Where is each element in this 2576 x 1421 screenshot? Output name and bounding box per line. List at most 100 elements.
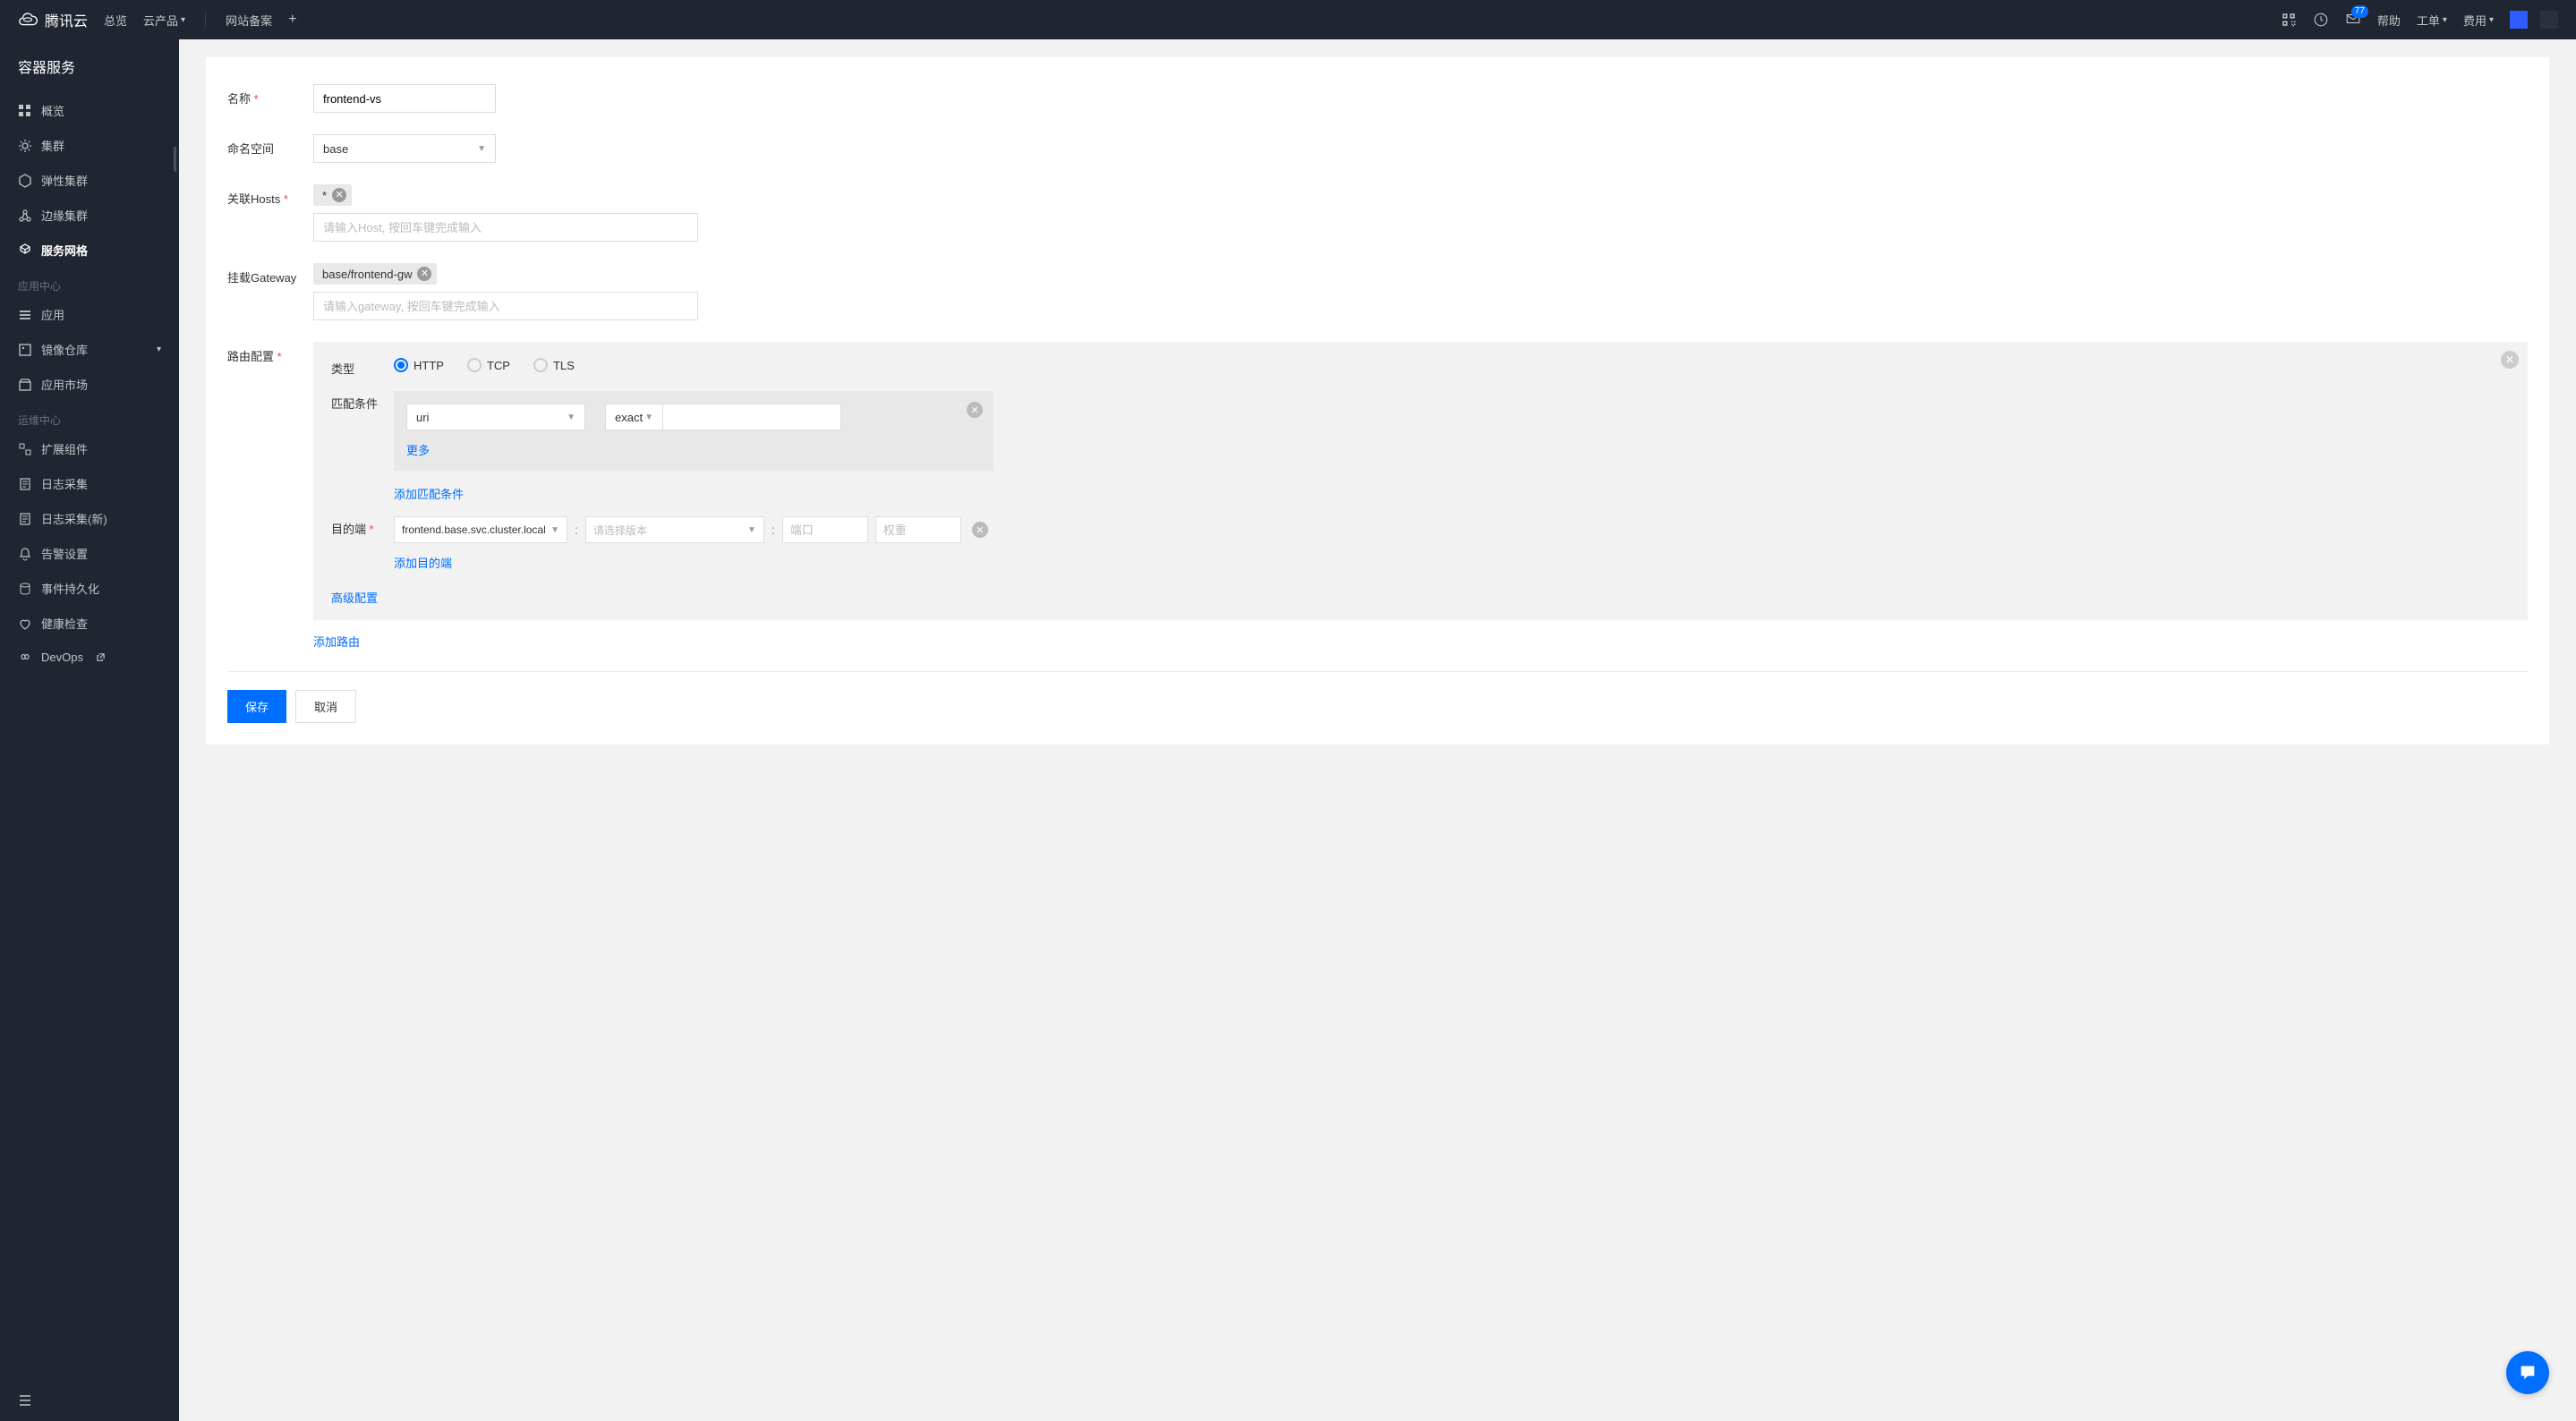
sidebar-collapse-button[interactable] <box>0 1383 179 1421</box>
remove-tag-icon[interactable]: ✕ <box>332 188 346 202</box>
nav-beian[interactable]: 网站备案 <box>226 12 272 29</box>
add-match-link[interactable]: 添加匹配条件 <box>394 485 464 502</box>
sidebar-item-registry[interactable]: 镜像仓库 ▾ <box>0 332 179 367</box>
remove-dest-button[interactable]: ✕ <box>972 522 988 538</box>
sidebar-item-label: DevOps <box>41 651 83 664</box>
mail-button[interactable]: 77 <box>2345 11 2361 30</box>
add-route-link[interactable]: 添加路由 <box>313 633 360 650</box>
radio-tls[interactable]: TLS <box>533 358 575 372</box>
chevron-down-icon: ▼ <box>567 413 576 422</box>
sidebar-item-log-new[interactable]: 日志采集(新) <box>0 501 179 536</box>
sidebar-item-cluster[interactable]: 集群 <box>0 128 179 163</box>
clock-icon[interactable] <box>2313 12 2329 28</box>
sidebar-item-elastic[interactable]: 弹性集群 <box>0 163 179 198</box>
top-nav: 腾讯云 总览 云产品 ▾ 网站备案 + 77 帮助 工单 ▾ 费用 ▾ <box>0 0 2576 39</box>
hexagon-icon <box>18 174 32 188</box>
gateway-input[interactable] <box>313 292 698 320</box>
sidebar-item-event[interactable]: 事件持久化 <box>0 571 179 606</box>
cancel-button[interactable]: 取消 <box>295 690 356 723</box>
chevron-down-icon: ▾ <box>181 15 185 25</box>
avatar-secondary[interactable] <box>2540 11 2558 29</box>
remove-tag-icon[interactable]: ✕ <box>417 267 431 281</box>
avatar[interactable] <box>2510 11 2528 29</box>
sidebar-item-ext[interactable]: 扩展组件 <box>0 431 179 466</box>
dest-port-input[interactable] <box>782 516 868 543</box>
log-new-icon <box>18 512 32 526</box>
network-icon <box>18 208 32 223</box>
brand-name: 腾讯云 <box>45 9 88 30</box>
gear-icon <box>18 139 32 153</box>
log-icon <box>18 477 32 491</box>
match-op-select[interactable]: exact ▼ <box>605 404 662 430</box>
match-field-select[interactable]: uri ▼ <box>406 404 585 430</box>
chevron-down-icon: ▾ <box>2489 15 2494 25</box>
sidebar-item-devops[interactable]: DevOps <box>0 641 179 673</box>
name-label: 名称 <box>227 84 313 106</box>
main-content: 名称 命名空间 base ▼ 关联Hosts <box>179 39 2576 1421</box>
dest-weight-input[interactable] <box>875 516 961 543</box>
nav-products[interactable]: 云产品 ▾ <box>143 12 185 29</box>
namespace-select[interactable]: base ▼ <box>313 134 496 163</box>
dest-version-select[interactable]: 请选择版本 ▼ <box>585 516 764 543</box>
sidebar-item-overview[interactable]: 概览 <box>0 93 179 128</box>
sidebar-item-label: 健康检查 <box>41 615 88 632</box>
name-input[interactable] <box>313 84 496 113</box>
match-label: 匹配条件 <box>331 391 394 412</box>
match-value-input[interactable] <box>662 404 841 430</box>
mail-badge: 77 <box>2351 5 2368 18</box>
radio-icon <box>533 358 548 372</box>
sidebar-item-market[interactable]: 应用市场 <box>0 367 179 402</box>
component-icon <box>18 442 32 456</box>
sidebar-item-label: 服务网格 <box>41 242 88 259</box>
nav-help[interactable]: 帮助 <box>2377 12 2401 29</box>
save-button[interactable]: 保存 <box>227 690 286 723</box>
chevron-down-icon: ▼ <box>747 525 756 535</box>
sidebar-item-log[interactable]: 日志采集 <box>0 466 179 501</box>
database-icon <box>18 582 32 596</box>
sidebar-item-edge[interactable]: 边缘集群 <box>0 198 179 233</box>
chevron-down-icon: ▾ <box>2443 15 2447 25</box>
nav-cost[interactable]: 费用 ▾ <box>2463 12 2494 29</box>
namespace-label: 命名空间 <box>227 134 313 157</box>
sidebar-item-health[interactable]: 健康检查 <box>0 606 179 641</box>
market-icon <box>18 378 32 392</box>
sidebar-item-app[interactable]: 应用 <box>0 297 179 332</box>
chevron-down-icon: ▾ <box>157 345 161 354</box>
host-input[interactable] <box>313 213 698 242</box>
hosts-label: 关联Hosts <box>227 184 313 207</box>
remove-match-button[interactable]: ✕ <box>967 402 983 418</box>
chat-fab[interactable] <box>2506 1351 2549 1394</box>
nav-overview[interactable]: 总览 <box>104 12 127 29</box>
sidebar-item-label: 镜像仓库 <box>41 341 88 358</box>
radio-http[interactable]: HTTP <box>394 358 444 372</box>
logo[interactable]: 腾讯云 <box>18 9 88 30</box>
divider <box>227 671 2528 672</box>
radio-icon <box>467 358 482 372</box>
radio-tcp[interactable]: TCP <box>467 358 510 372</box>
more-link[interactable]: 更多 <box>406 441 430 458</box>
route-block: ✕ 类型 HTTP TCP <box>313 342 2528 620</box>
sidebar: 容器服务 概览 集群 弹性集群 边缘集群 服务网格 应用中心 应用 <box>0 39 179 1421</box>
sidebar-section-app: 应用中心 <box>0 268 179 297</box>
sidebar-item-mesh[interactable]: 服务网格 <box>0 233 179 268</box>
sidebar-item-label: 应用市场 <box>41 376 88 393</box>
dest-service-select[interactable]: frontend.base.svc.cluster.local ▼ <box>394 516 567 543</box>
sidebar-title: 容器服务 <box>0 39 179 93</box>
mesh-icon <box>18 243 32 258</box>
nav-workorder[interactable]: 工单 ▾ <box>2417 12 2447 29</box>
remove-route-button[interactable]: ✕ <box>2501 351 2519 369</box>
advanced-config-link[interactable]: 高级配置 <box>331 589 378 606</box>
gateway-tag: base/frontend-gw ✕ <box>313 263 437 285</box>
add-shortcut-icon[interactable]: + <box>288 12 296 28</box>
sidebar-item-label: 事件持久化 <box>41 580 99 597</box>
stack-icon <box>18 308 32 322</box>
add-dest-link[interactable]: 添加目的端 <box>394 554 452 571</box>
sidebar-item-alarm[interactable]: 告警设置 <box>0 536 179 571</box>
chevron-down-icon: ▼ <box>644 413 653 422</box>
separator: : <box>575 523 578 537</box>
qr-icon[interactable] <box>2281 12 2297 28</box>
form-panel: 名称 命名空间 base ▼ 关联Hosts <box>206 57 2549 745</box>
separator: : <box>772 523 775 537</box>
sidebar-item-label: 告警设置 <box>41 545 88 562</box>
collapse-icon <box>18 1393 32 1408</box>
